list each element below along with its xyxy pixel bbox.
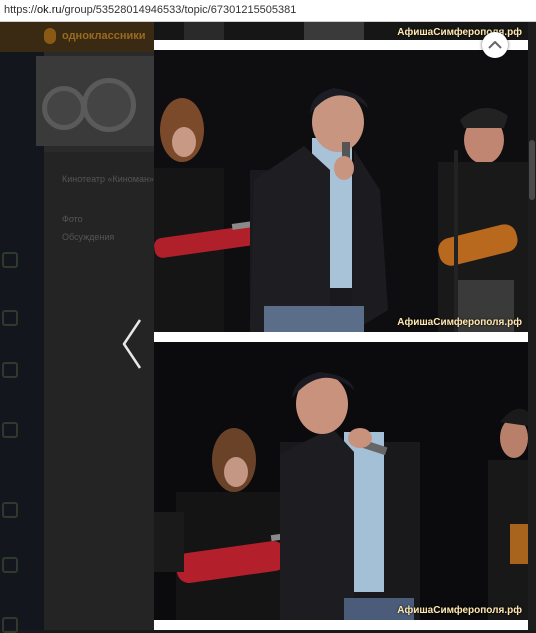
browser-address-bar[interactable]: https://ok.ru/group/53528014946533/topic… xyxy=(0,0,536,22)
concert-photo-1 xyxy=(154,50,528,332)
scrollbar-thumb[interactable] xyxy=(529,140,535,200)
watermark-text: АфишаСимферополя.рф xyxy=(397,605,522,616)
photo-viewer: АфишаСимферополя.рф АфишаСимферополя.рф … xyxy=(154,22,528,630)
group-cover-image xyxy=(36,56,154,146)
url-path: /group/53528014946533/topic/673012155053… xyxy=(61,4,297,16)
star-icon xyxy=(2,362,18,378)
menu-item: Кинотеатр «Киноман» xyxy=(62,174,154,184)
gift-icon xyxy=(2,617,18,633)
watermark-text: АфишаСимферополя.рф xyxy=(397,317,522,328)
play-icon xyxy=(2,502,18,518)
group-menu-card: Кинотеатр «Киноман» Фото Обсуждения xyxy=(44,152,154,630)
url-host: ok.ru xyxy=(37,4,62,16)
photo-divider xyxy=(154,620,528,630)
photo-1[interactable]: АфишаСимферополя.рф xyxy=(154,50,528,332)
site-brand: одноклассники xyxy=(62,30,146,42)
menu-item: Фото xyxy=(62,214,83,224)
previous-photo-button[interactable] xyxy=(120,318,146,370)
scroll-up-button[interactable] xyxy=(482,32,508,58)
photo-2[interactable]: АфишаСимферополя.рф xyxy=(154,342,528,620)
ok-logo-icon xyxy=(44,28,56,44)
url-scheme: https:// xyxy=(4,4,38,16)
chevron-up-icon xyxy=(488,41,502,49)
star-icon xyxy=(2,557,18,573)
star-icon xyxy=(2,252,18,268)
concert-photo-2 xyxy=(154,342,528,620)
menu-item: Обсуждения xyxy=(62,232,115,242)
photo-divider xyxy=(154,40,528,50)
film-reel-icon xyxy=(82,78,136,132)
play-icon xyxy=(2,310,18,326)
gift-icon xyxy=(2,422,18,438)
photo-divider xyxy=(154,332,528,342)
chevron-left-icon xyxy=(122,319,142,369)
photo-previous-partial: АфишаСимферополя.рф xyxy=(154,22,528,40)
viewer-scrollbar[interactable] xyxy=(528,22,536,630)
url-text[interactable]: https://ok.ru/group/53528014946533/topic… xyxy=(4,4,296,16)
film-reel-icon xyxy=(42,86,86,130)
